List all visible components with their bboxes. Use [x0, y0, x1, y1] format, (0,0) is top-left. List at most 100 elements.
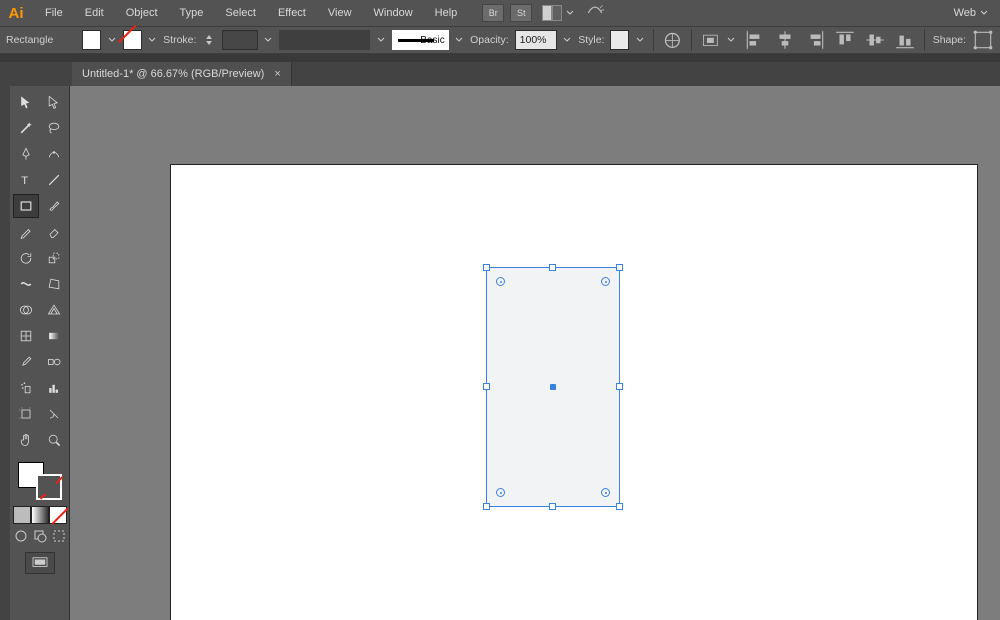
resize-handle-br[interactable] — [616, 503, 623, 510]
fill-stroke-indicator[interactable] — [18, 462, 62, 500]
draw-normal-icon[interactable] — [13, 528, 29, 544]
brush-definition[interactable]: Basic — [392, 30, 449, 50]
corner-widget-tl[interactable] — [496, 277, 505, 286]
resize-handle-tr[interactable] — [616, 264, 623, 271]
paintbrush-tool[interactable] — [41, 194, 67, 218]
mesh-tool[interactable] — [13, 324, 39, 348]
selected-rectangle[interactable] — [486, 267, 620, 507]
stroke-weight-stepper[interactable] — [202, 30, 215, 50]
rotate-tool[interactable] — [13, 246, 39, 270]
blend-tool[interactable] — [41, 350, 67, 374]
opacity-dropdown[interactable] — [563, 30, 572, 50]
line-tool[interactable] — [41, 168, 67, 192]
stroke-swatch[interactable] — [123, 30, 142, 50]
stock-icon[interactable]: St — [510, 4, 532, 22]
align-bottom-icon[interactable] — [894, 29, 916, 51]
width-tool[interactable] — [13, 272, 39, 296]
bridge-icon[interactable]: Br — [482, 4, 504, 22]
resize-handle-bl[interactable] — [483, 503, 490, 510]
resize-handle-t[interactable] — [549, 264, 556, 271]
gradient-tool[interactable] — [41, 324, 67, 348]
eyedropper-tool[interactable] — [13, 350, 39, 374]
resize-handle-b[interactable] — [549, 503, 556, 510]
opacity-input[interactable]: 100% — [515, 30, 557, 50]
artboard-tool[interactable] — [13, 402, 39, 426]
perspective-grid-tool[interactable] — [41, 298, 67, 322]
color-mode-none[interactable] — [49, 506, 67, 524]
lasso-tool[interactable] — [41, 116, 67, 140]
resize-handle-l[interactable] — [483, 383, 490, 390]
resize-handle-tl[interactable] — [483, 264, 490, 271]
pencil-tool[interactable] — [13, 220, 39, 244]
drawing-mode-row — [13, 528, 67, 544]
brush-dropdown[interactable] — [455, 30, 464, 50]
stroke-dropdown[interactable] — [148, 30, 157, 50]
eraser-tool[interactable] — [41, 220, 67, 244]
align-right-icon[interactable] — [804, 29, 826, 51]
align-hcenter-icon[interactable] — [774, 29, 796, 51]
fill-dropdown[interactable] — [107, 30, 116, 50]
menu-file[interactable]: File — [34, 0, 74, 26]
free-transform-tool[interactable] — [41, 272, 67, 296]
type-tool[interactable]: T — [13, 168, 39, 192]
slice-tool[interactable] — [41, 402, 67, 426]
corner-widget-br[interactable] — [601, 488, 610, 497]
menu-type[interactable]: Type — [169, 0, 215, 26]
profile-dropdown[interactable] — [376, 30, 385, 50]
workspace-switcher[interactable]: Web — [954, 7, 988, 19]
color-mode-solid[interactable] — [13, 506, 31, 524]
close-icon[interactable]: × — [274, 68, 280, 80]
arrange-documents[interactable] — [542, 5, 574, 21]
menu-view[interactable]: View — [317, 0, 363, 26]
graphic-style-swatch[interactable] — [610, 30, 629, 50]
variable-width-profile[interactable] — [279, 30, 370, 50]
corner-widget-bl[interactable] — [496, 488, 505, 497]
direct-selection-tool[interactable] — [41, 90, 67, 114]
scale-tool[interactable] — [41, 246, 67, 270]
menu-help[interactable]: Help — [424, 0, 469, 26]
align-vcenter-icon[interactable] — [864, 29, 886, 51]
corner-widget-tr[interactable] — [601, 277, 610, 286]
shape-properties-icon[interactable] — [972, 29, 994, 51]
color-mode-row — [13, 506, 67, 524]
menu-window[interactable]: Window — [363, 0, 424, 26]
stroke-weight-dropdown[interactable] — [264, 30, 273, 50]
align-to-dropdown[interactable] — [726, 30, 735, 50]
document-tab[interactable]: Untitled-1* @ 66.67% (RGB/Preview) × — [72, 62, 292, 86]
rectangle-tool[interactable] — [13, 194, 39, 218]
menu-object[interactable]: Object — [115, 0, 169, 26]
pen-tool[interactable] — [13, 142, 39, 166]
screen-mode-button[interactable] — [25, 552, 55, 574]
selection-tool[interactable] — [13, 90, 39, 114]
hand-tool[interactable] — [13, 428, 39, 452]
draw-behind-icon[interactable] — [32, 528, 48, 544]
stroke-color-box[interactable] — [36, 474, 62, 500]
resize-handle-r[interactable] — [616, 383, 623, 390]
menu-edit[interactable]: Edit — [74, 0, 115, 26]
menu-effect[interactable]: Effect — [267, 0, 317, 26]
recolor-artwork-icon[interactable] — [662, 29, 683, 51]
color-mode-gradient[interactable] — [31, 506, 49, 524]
zoom-tool[interactable] — [41, 428, 67, 452]
column-graph-tool[interactable] — [41, 376, 67, 400]
draw-inside-icon[interactable] — [51, 528, 67, 544]
fill-swatch[interactable] — [82, 30, 101, 50]
style-dropdown[interactable] — [635, 30, 644, 50]
align-left-icon[interactable] — [744, 29, 766, 51]
curvature-tool[interactable] — [41, 142, 67, 166]
magic-wand-tool[interactable] — [13, 116, 39, 140]
stroke-weight-input[interactable] — [222, 30, 258, 50]
canvas[interactable] — [70, 86, 1000, 620]
style-label: Style: — [578, 34, 604, 46]
chevron-down-icon — [566, 9, 574, 17]
panel-collapse-strip[interactable] — [0, 54, 1000, 62]
menu-select[interactable]: Select — [214, 0, 267, 26]
align-to-artboard-icon[interactable] — [700, 29, 721, 51]
gpu-preview-icon[interactable] — [584, 2, 606, 24]
selection-center-icon — [550, 384, 556, 390]
align-top-icon[interactable] — [834, 29, 856, 51]
brush-name: Basic — [420, 35, 444, 46]
shape-builder-tool[interactable] — [13, 298, 39, 322]
artboard[interactable] — [170, 164, 978, 620]
symbol-sprayer-tool[interactable] — [13, 376, 39, 400]
